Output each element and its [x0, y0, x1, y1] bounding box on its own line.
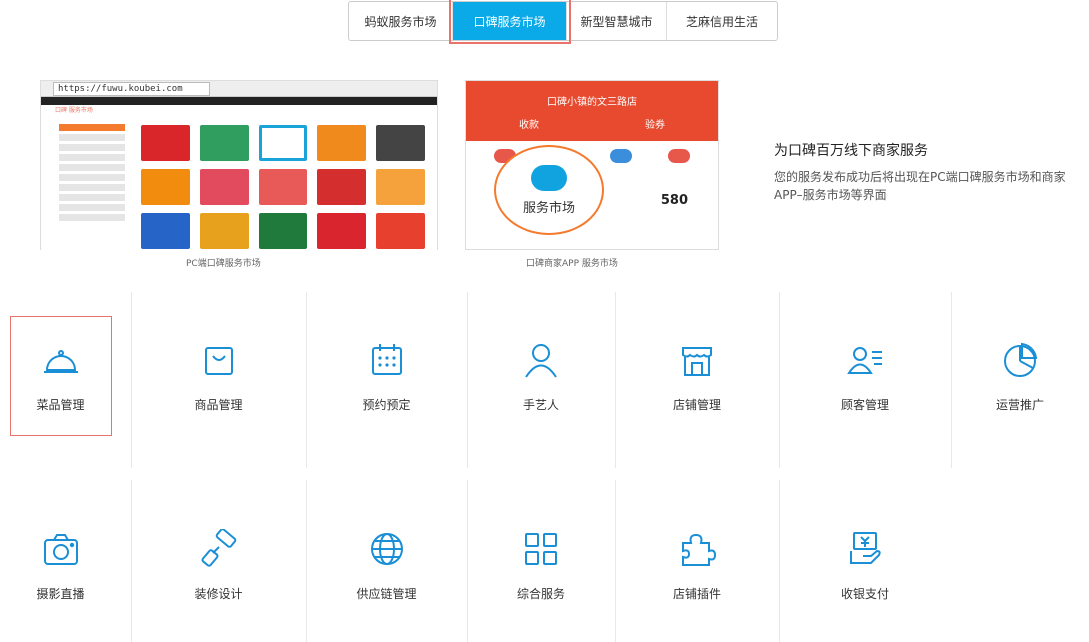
tab-smart-city[interactable]: 新型智慧城市	[567, 2, 667, 40]
collect-label: 收款	[519, 120, 539, 131]
service-photo-live[interactable]: 摄影直播	[0, 505, 121, 625]
customer-list-icon	[845, 340, 885, 380]
shop-name: 口碑小镇的文三路店	[547, 97, 637, 108]
intro-title: 为口碑百万线下商家服务	[774, 143, 928, 159]
service-comprehensive[interactable]: 综合服务	[467, 505, 615, 625]
globe-icon	[367, 529, 407, 569]
service-market-tabs: 蚂蚁服务市场 口碑服务市场 新型智慧城市 芝麻信用生活	[348, 0, 778, 44]
service-renovation-design[interactable]: 装修设计	[131, 505, 306, 625]
shopping-bag-icon	[531, 164, 567, 191]
service-customer-management[interactable]: 顾客管理	[779, 316, 951, 436]
tab-koubei-market[interactable]: 口碑服务市场	[449, 0, 571, 44]
service-operations-promotion[interactable]: 运营推广	[951, 316, 1089, 436]
tab-ant-market[interactable]: 蚂蚁服务市场	[349, 2, 453, 40]
cloche-icon	[41, 340, 81, 380]
puzzle-icon	[677, 529, 717, 569]
service-craftsman[interactable]: 手艺人	[467, 316, 615, 436]
pc-caption: PC端口碑服务市场	[186, 259, 261, 269]
storefront-icon	[677, 340, 717, 380]
mobile-caption: 口碑商家APP 服务市场	[526, 259, 618, 269]
pc-url: https://fuwu.koubei.com	[53, 82, 210, 96]
stat-right: 580	[660, 193, 688, 208]
camera-icon	[41, 529, 81, 569]
mobile-app-screenshot: 口碑小镇的文三路店 收款 验券 62 580 服务市场	[465, 80, 719, 250]
service-booking[interactable]: 预约预定	[306, 316, 467, 436]
calendar-icon	[367, 340, 407, 380]
verify-label: 验券	[645, 120, 665, 131]
pie-chart-icon	[1000, 340, 1040, 380]
service-store-plugins[interactable]: 店铺插件	[615, 505, 779, 625]
intro-desc: 您的服务发布成功后将出现在PC端口碑服务市场和商家APP–服务市场等界面	[774, 170, 1066, 202]
service-cashier-payment[interactable]: 收银支付	[779, 505, 951, 625]
cash-hand-icon	[845, 529, 885, 569]
grid-icon	[521, 529, 561, 569]
service-goods-management[interactable]: 商品管理	[131, 316, 306, 436]
service-store-management[interactable]: 店铺管理	[615, 316, 779, 436]
tab-zhima-life[interactable]: 芝麻信用生活	[667, 2, 777, 40]
service-dish-management[interactable]: 菜品管理	[0, 316, 121, 436]
pc-market-screenshot: https://fuwu.koubei.com 口碑 服务市场	[40, 80, 438, 251]
person-icon	[521, 340, 561, 380]
service-supply-chain[interactable]: 供应链管理	[306, 505, 467, 625]
paint-roller-icon	[199, 527, 239, 569]
shopping-bag-icon	[199, 340, 239, 380]
service-market-bubble: 服务市场	[494, 145, 604, 235]
